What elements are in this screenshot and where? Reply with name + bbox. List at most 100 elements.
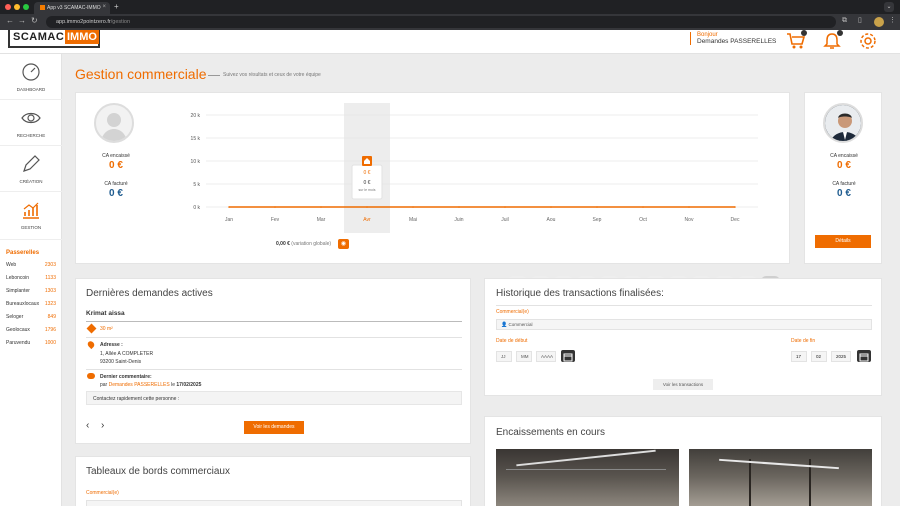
profile-avatar[interactable] xyxy=(874,17,884,27)
location-icon xyxy=(86,339,96,350)
address-bar[interactable]: app.immo2pointzero.fr/gestion xyxy=(46,16,836,28)
summary: 0,00 € (variation globale) xyxy=(276,241,331,247)
commercial-value: Commercial xyxy=(508,322,533,327)
url-domain: app.immo2pointzero.fr xyxy=(56,19,111,25)
commercial-select[interactable]: 👤 Commercial xyxy=(496,319,872,330)
end-calendar-icon[interactable] xyxy=(857,350,871,362)
close-window-icon[interactable] xyxy=(5,4,11,10)
demandes-card: Dernières demandes actives Krimat aissa … xyxy=(75,278,471,444)
user-card: CA encaissé 0 € CA facturé 0 € Détails xyxy=(804,92,882,264)
start-month-input[interactable]: MM xyxy=(516,351,532,362)
tableaux-title: Tableaux de bords commerciaux xyxy=(86,466,230,477)
forward-icon[interactable]: → xyxy=(18,16,26,25)
details-button[interactable]: Détails xyxy=(815,235,871,248)
tab-list-icon[interactable]: ⌄ xyxy=(884,2,894,12)
property-photo[interactable] xyxy=(496,449,679,506)
user-icon: 👤 xyxy=(501,322,508,328)
x-tick-label: Aou xyxy=(547,217,556,223)
sidepanel-icon[interactable]: ▯ xyxy=(858,17,866,25)
passerelles-title: Passerelles xyxy=(6,250,40,256)
data-point xyxy=(504,206,506,208)
demande-name[interactable]: Krimat aissa xyxy=(86,310,125,317)
passerelle-row[interactable]: Simplanter 1303 xyxy=(6,288,56,300)
eye-toggle-icon[interactable]: ◉ xyxy=(338,239,349,249)
title-divider xyxy=(208,75,220,76)
user-greeting[interactable]: Bonjour Demandes PASSERELLES xyxy=(690,32,776,45)
start-year-input[interactable]: AAAA xyxy=(536,351,556,362)
browser-tab[interactable]: App v3 SCAMAC-IMMO × xyxy=(34,2,110,14)
y-tick-label: 10 k xyxy=(191,159,201,165)
historique-title: Historique des transactions finalisées: xyxy=(496,288,664,299)
ca-facture-label: CA facturé xyxy=(832,181,856,187)
end-year-input[interactable]: 2025 xyxy=(831,351,851,362)
extensions-icon[interactable]: ⧉ xyxy=(842,17,850,25)
demandes-title: Dernières demandes actives xyxy=(86,288,213,299)
maximize-window-icon[interactable] xyxy=(23,4,29,10)
tooltip-caption: sur le mois xyxy=(359,188,376,192)
sidebar-item-gestion[interactable]: GESTION xyxy=(0,192,62,240)
end-month-input[interactable]: 02 xyxy=(811,351,827,362)
passerelle-row[interactable]: Paruvendu 1000 xyxy=(6,340,56,352)
start-day-input[interactable]: JJ xyxy=(496,351,512,362)
avatar-placeholder xyxy=(94,103,134,143)
x-tick-label: Mai xyxy=(409,217,417,223)
passerelle-row[interactable]: Web 2303 xyxy=(6,262,56,274)
comment-date-prefix: le xyxy=(171,382,175,388)
passerelle-count: 1000 xyxy=(44,340,56,346)
logo[interactable]: SCAMAC IMMO xyxy=(8,30,100,48)
comment-by-prefix: par xyxy=(100,382,108,388)
ca-facture-value: 0 € xyxy=(837,188,851,199)
divider xyxy=(496,305,872,306)
tableaux-card: Tableaux de bords commerciaux Commercial… xyxy=(75,456,471,506)
minimize-window-icon[interactable] xyxy=(14,4,20,10)
x-tick-label: Jan xyxy=(225,217,233,223)
passerelle-name: Seloger xyxy=(6,314,24,320)
stats-card: CA encaissé 0 € CA facturé 0 € 20 k 15 k 1… xyxy=(75,92,790,264)
passerelle-row[interactable]: Seloger 849 xyxy=(6,314,56,326)
url-path: /gestion xyxy=(110,19,130,25)
passerelle-row[interactable]: Bureauxlocaux 1323 xyxy=(6,301,56,313)
data-point xyxy=(550,206,552,208)
bell-icon[interactable] xyxy=(822,30,843,50)
comment-label: Dernier commentaire: xyxy=(100,374,152,380)
address-line-2: 93200 Saint-Denis xyxy=(100,359,142,365)
next-arrow-icon[interactable]: › xyxy=(101,420,104,431)
tab-close-icon[interactable]: × xyxy=(102,4,106,10)
data-point xyxy=(688,206,690,208)
page-subtitle: Suivez vos résultats et ceux de votre éq… xyxy=(223,72,321,78)
comment-author[interactable]: Demandes PASSERELLES xyxy=(109,382,170,388)
tableaux-commercial-select[interactable] xyxy=(86,500,462,506)
sidebar-item-recherche[interactable]: RECHERCHE xyxy=(0,100,62,146)
voir-transactions-button[interactable]: Voir les transactions xyxy=(653,379,713,390)
new-tab-icon[interactable]: + xyxy=(114,2,119,11)
x-tick-label: Dec xyxy=(731,217,740,223)
passerelle-row[interactable]: Leboncoin 1133 xyxy=(6,275,56,287)
y-tick-label: 20 k xyxy=(191,113,201,119)
encaissements-title: Encaissements en cours xyxy=(496,427,605,438)
start-calendar-icon[interactable] xyxy=(561,350,575,362)
passerelle-count: 1323 xyxy=(44,301,56,307)
sidebar-item-creation[interactable]: CRÉATION xyxy=(0,146,62,192)
favicon-icon xyxy=(40,5,45,11)
cart-icon[interactable] xyxy=(786,30,807,50)
divider xyxy=(86,337,462,338)
x-tick-label: Mar xyxy=(317,217,326,223)
browser-menu-icon[interactable]: ⋮ xyxy=(889,17,897,25)
end-day-input[interactable]: 17 xyxy=(791,351,807,362)
passerelle-count: 1796 xyxy=(44,327,56,333)
summary-label: (variation globale) xyxy=(291,241,332,247)
tableaux-commercial-label: Commercial(e) xyxy=(86,490,119,496)
reload-icon[interactable]: ↻ xyxy=(31,16,38,25)
end-date-label: Date de fin xyxy=(791,338,816,344)
passerelle-name: Paruvendu xyxy=(6,340,31,346)
passerelle-count: 1303 xyxy=(44,288,56,294)
passerelle-row[interactable]: Geolocaux 1796 xyxy=(6,327,56,339)
prev-arrow-icon[interactable]: ‹ xyxy=(86,420,89,431)
property-photo[interactable] xyxy=(689,449,872,506)
passerelle-name: Geolocaux xyxy=(6,327,30,333)
settings-icon[interactable] xyxy=(858,32,878,50)
back-icon[interactable]: ← xyxy=(6,16,14,25)
logo-text-1: SCAMAC xyxy=(13,31,65,43)
voir-demandes-button[interactable]: Voir les demandes xyxy=(244,421,304,434)
sidebar-item-dashboard[interactable]: DASHBOARD xyxy=(0,54,62,100)
